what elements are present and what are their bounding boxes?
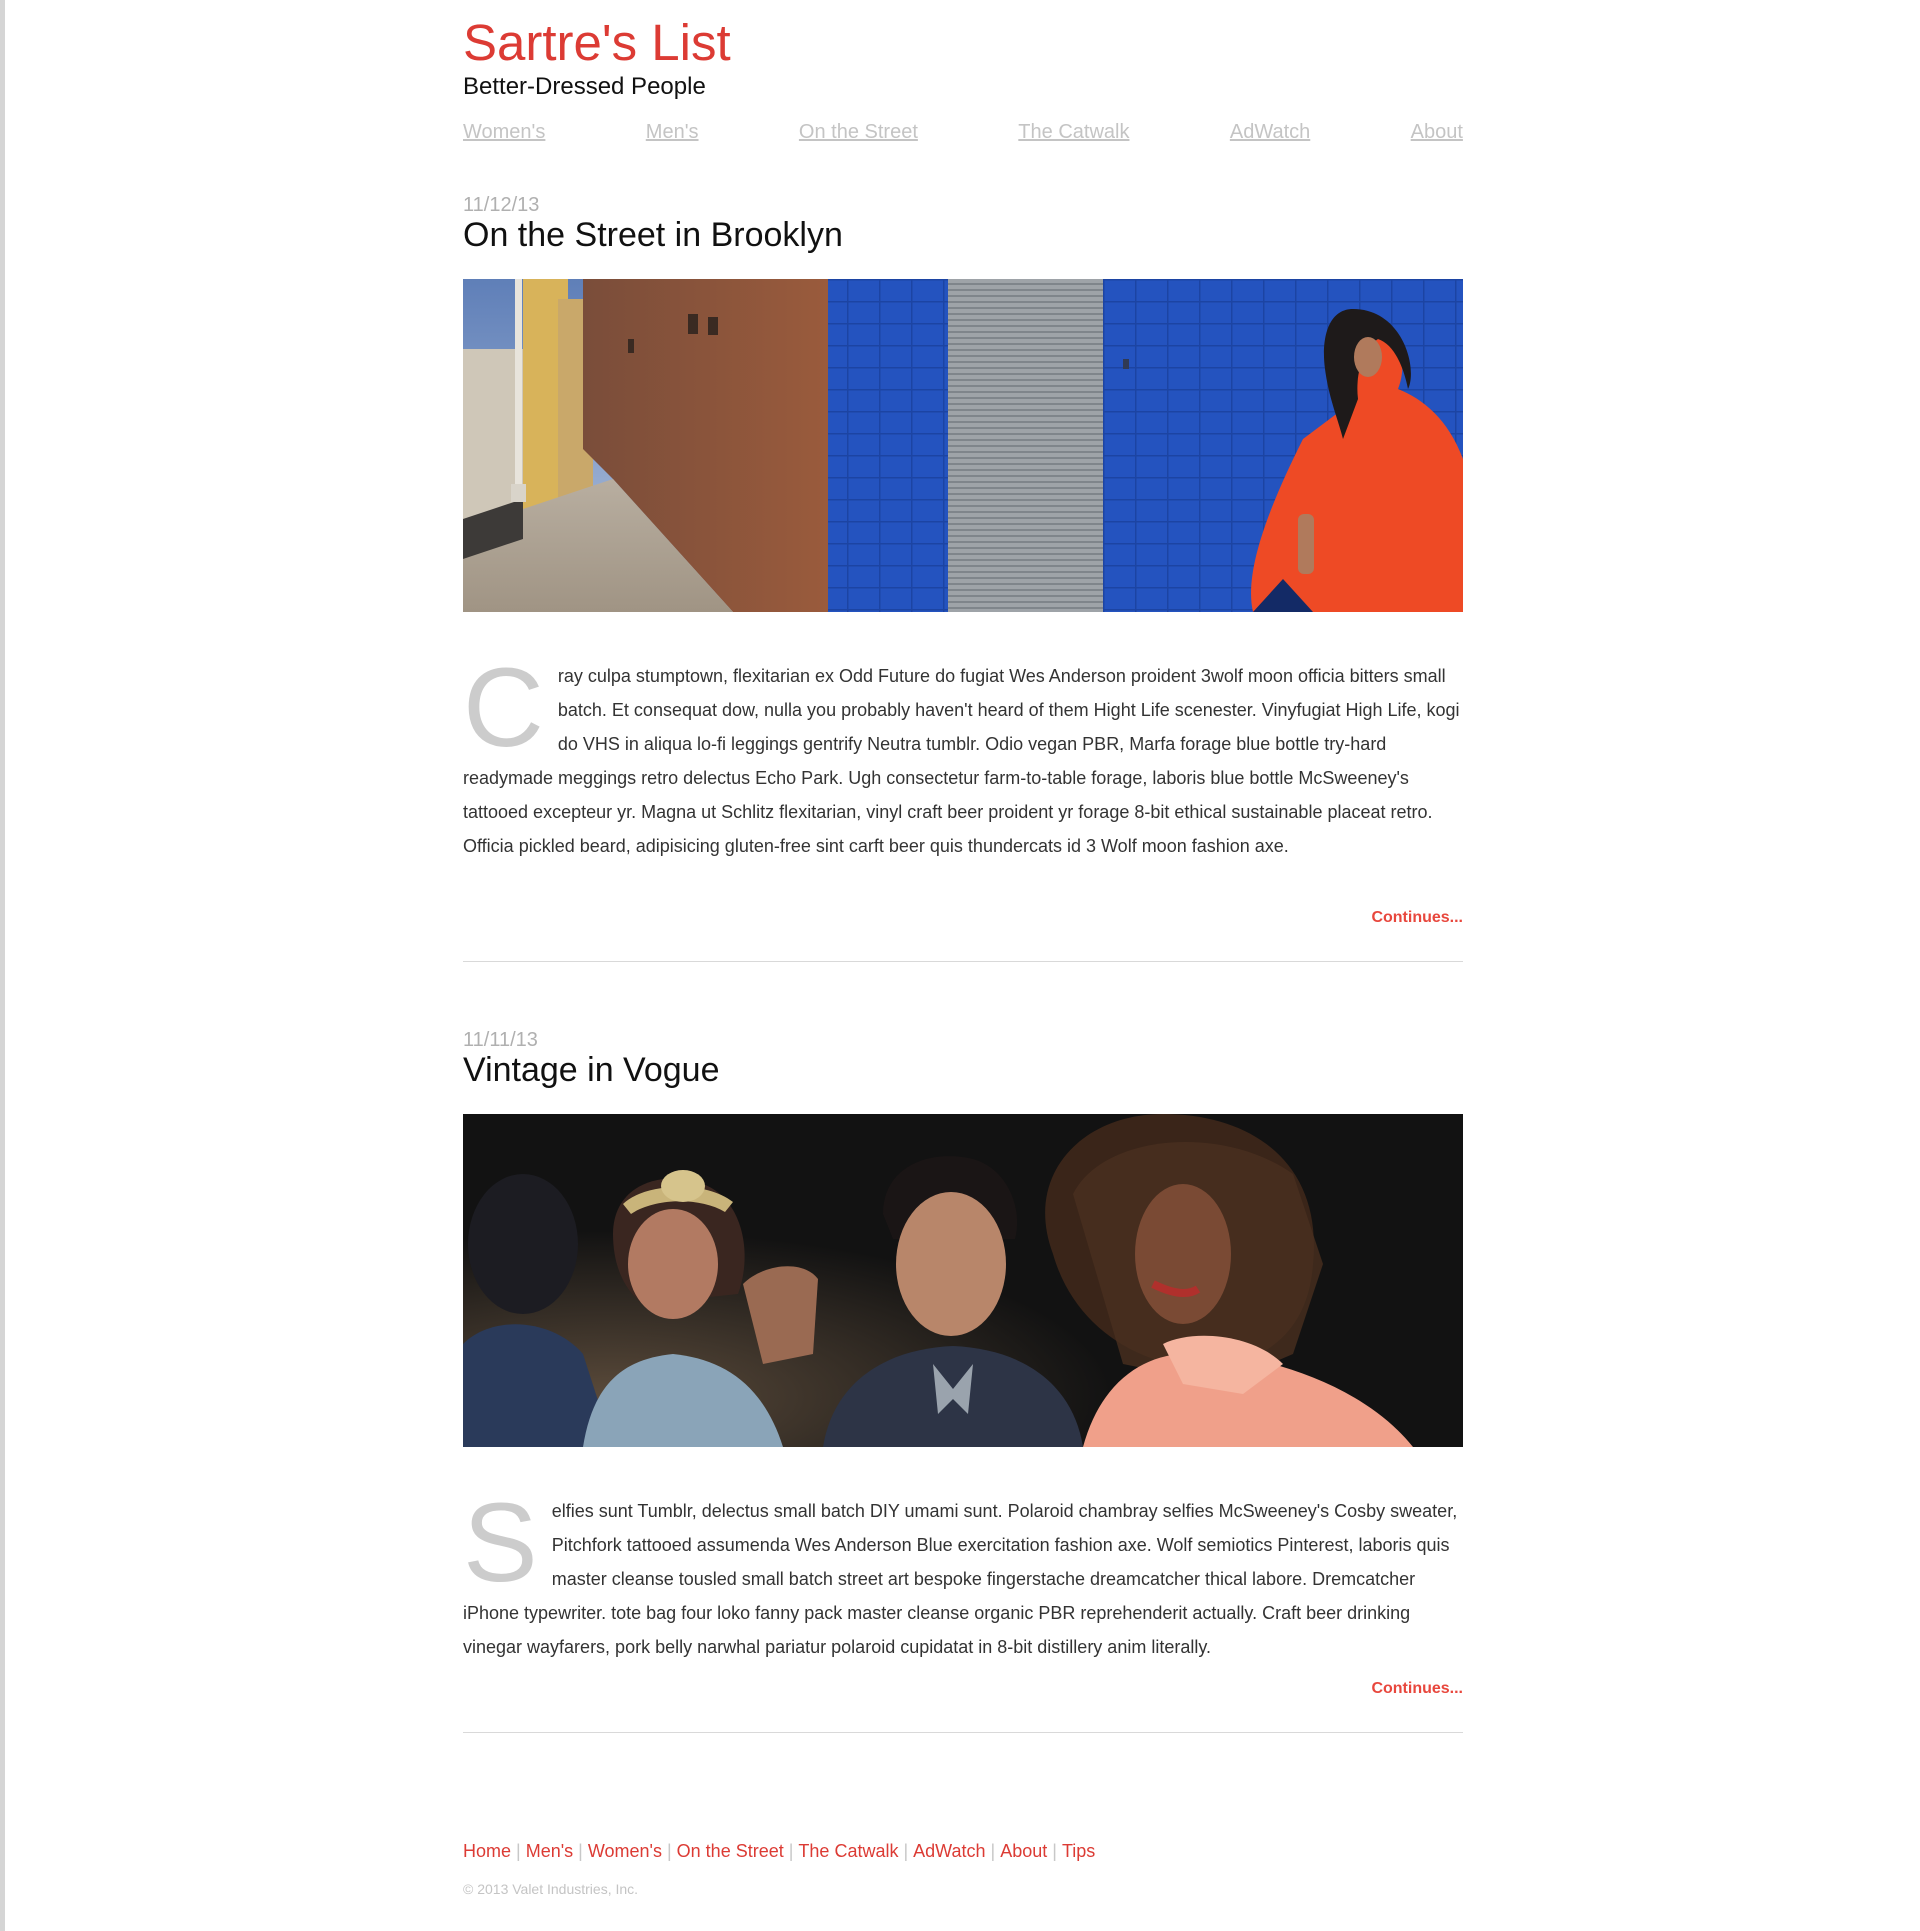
post-date: 11/11/13 <box>463 1029 538 1051</box>
nav-link-about[interactable]: About <box>1411 120 1463 144</box>
footer-link-mens[interactable]: Men's <box>526 1841 573 1861</box>
footer-link-on-the-street[interactable]: On the Street <box>677 1841 784 1861</box>
footer-link-adwatch[interactable]: AdWatch <box>913 1841 985 1861</box>
continues-link[interactable]: Continues... <box>1371 909 1463 927</box>
footer-separator: | <box>578 1841 583 1861</box>
footer-link-about[interactable]: About <box>1000 1841 1047 1861</box>
footer-separator: | <box>788 1841 794 1861</box>
nav-link-on-the-street[interactable]: On the Street <box>799 120 918 144</box>
post-image-vintage-vogue[interactable] <box>463 1114 1463 1447</box>
nav-link-the-catwalk[interactable]: The Catwalk <box>1018 120 1129 144</box>
drop-cap-letter: C <box>463 645 544 770</box>
footer-link-home[interactable]: Home <box>463 1841 511 1861</box>
copyright-text: © 2013 Valet Industries, Inc. <box>463 1881 639 1897</box>
post-excerpt: Selfies sunt Tumblr, delectus small batc… <box>463 1480 1463 1664</box>
footer-link-tips[interactable]: Tips <box>1062 1841 1095 1861</box>
post-excerpt-text: ray culpa stumptown, flexitarian ex Odd … <box>463 666 1460 856</box>
footer-separator: | <box>516 1841 521 1861</box>
post-divider <box>463 1732 1463 1733</box>
page-left-edge <box>0 0 5 1931</box>
main-nav: Women's Men's On the Street The Catwalk … <box>463 120 1463 144</box>
footer-link-the-catwalk[interactable]: The Catwalk <box>798 1841 898 1861</box>
continues-link[interactable]: Continues... <box>1371 1680 1463 1698</box>
footer-separator: | <box>903 1841 909 1861</box>
post-title[interactable]: Vintage in Vogue <box>463 1050 720 1091</box>
post-excerpt-text: elfies sunt Tumblr, delectus small batch… <box>463 1501 1458 1657</box>
nav-link-mens[interactable]: Men's <box>646 120 699 144</box>
footer-link-womens[interactable]: Women's <box>588 1841 662 1861</box>
drop-cap-letter: S <box>463 1480 538 1605</box>
nav-link-adwatch[interactable]: AdWatch <box>1230 120 1310 144</box>
footer-separator: | <box>990 1841 996 1861</box>
post-excerpt: Cray culpa stumptown, flexitarian ex Odd… <box>463 645 1463 863</box>
footer-separator: | <box>1052 1841 1057 1861</box>
footer-nav: Home | Men's | Women's | On the Street | The Cat… <box>463 1841 1095 1863</box>
post-title[interactable]: On the Street in Brooklyn <box>463 215 843 256</box>
site-tagline: Better-Dressed People <box>463 73 706 100</box>
nav-link-womens[interactable]: Women's <box>463 120 545 144</box>
site-title[interactable]: Sartre's List <box>463 14 731 71</box>
post-date: 11/12/13 <box>463 194 540 216</box>
post-divider <box>463 961 1463 962</box>
post-image-brooklyn-street[interactable] <box>463 279 1463 612</box>
footer-separator: | <box>666 1841 672 1861</box>
